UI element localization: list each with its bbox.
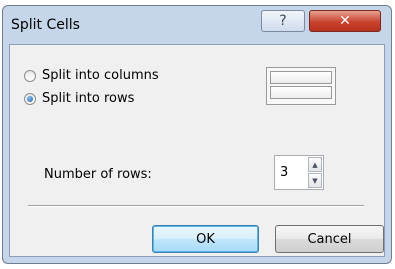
split-preview-icon	[266, 67, 336, 105]
help-button[interactable]: ?	[261, 10, 305, 32]
split-rows-radio[interactable]	[24, 92, 36, 105]
preview-row	[270, 86, 332, 99]
number-of-rows-stepper[interactable]: ▲ ▼	[274, 155, 324, 190]
number-of-rows-label: Number of rows:	[44, 167, 152, 182]
split-rows-label: Split into rows	[42, 91, 135, 106]
number-of-rows-input[interactable]	[275, 156, 309, 189]
title-bar[interactable]: Split Cells ? ✕	[3, 6, 391, 44]
close-button[interactable]: ✕	[309, 10, 381, 32]
split-cells-dialog: Split Cells ? ✕ Split into columns Split…	[2, 5, 392, 264]
spin-down-button[interactable]: ▼	[308, 173, 322, 188]
dialog-title: Split Cells	[11, 17, 80, 33]
split-columns-label: Split into columns	[42, 68, 159, 83]
split-columns-option[interactable]: Split into columns	[24, 68, 159, 83]
separator	[28, 205, 364, 207]
help-icon: ?	[279, 13, 287, 29]
cancel-button[interactable]: Cancel	[275, 225, 384, 253]
arrow-down-icon: ▼	[312, 176, 318, 185]
preview-row	[270, 71, 332, 84]
close-icon: ✕	[339, 13, 351, 29]
spin-up-button[interactable]: ▲	[308, 157, 322, 172]
arrow-up-icon: ▲	[312, 160, 318, 169]
split-columns-radio[interactable]	[24, 69, 36, 82]
ok-button[interactable]: OK	[152, 225, 259, 253]
split-rows-option[interactable]: Split into rows	[24, 91, 134, 106]
dialog-body: Split into columns Split into rows Numbe…	[9, 44, 385, 257]
